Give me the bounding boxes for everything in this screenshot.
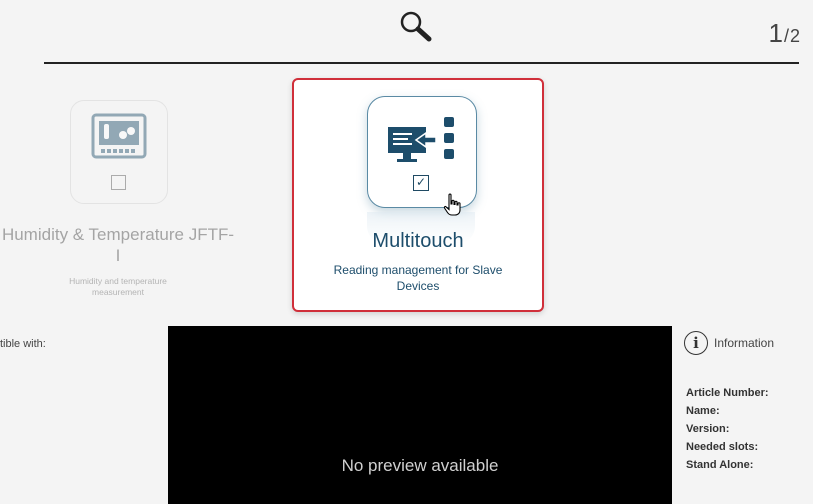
search-icon (400, 11, 432, 42)
preview-text: No preview available (341, 456, 499, 475)
info-header-label: Information (714, 336, 775, 350)
top-bar: 1/2 (0, 0, 813, 64)
module-title: Multitouch (372, 230, 464, 252)
page-total: 2 (789, 26, 801, 46)
info-panel: i Information Article Number: Name: Vers… (684, 330, 809, 504)
preview-panel: No preview available (168, 326, 672, 504)
module-checkbox-checked[interactable]: ✓ (413, 175, 429, 191)
page-indicator: 1/2 (769, 18, 802, 49)
hand-cursor-icon (443, 193, 461, 216)
info-row-article-number: Article Number: (686, 387, 769, 399)
module-title: Humidity & Temperature JFTF-I (1, 225, 235, 265)
page-current: 1 (768, 18, 784, 48)
module-tile (70, 100, 168, 204)
info-row-version: Version: (686, 423, 730, 435)
module-card-multitouch[interactable]: ✓ Multitouch Reading management for Slav… (292, 78, 544, 312)
info-icon: i (684, 331, 708, 355)
module-description: Reading management for Slave Devices (333, 263, 503, 293)
search-button[interactable] (396, 8, 438, 46)
info-row-needed-slots: Needed slots: (686, 441, 759, 453)
info-row-name: Name: (686, 405, 720, 417)
module-card-humidity[interactable]: Humidity & Temperature JFTF-I Humidity a… (0, 100, 236, 320)
header-divider (44, 62, 799, 64)
multitouch-icon (388, 117, 454, 162)
module-picker-page: 1/2 Humidity & Temperature JFTF-I Humidi… (0, 0, 813, 504)
humidity-temperature-icon (91, 113, 147, 159)
module-tile: ✓ (367, 96, 477, 208)
info-header[interactable]: i Information (684, 330, 774, 356)
module-description: Humidity and temperature measurement (69, 276, 167, 297)
info-rows: Article Number: Name: Version: Needed sl… (686, 384, 769, 474)
module-checkbox[interactable] (111, 175, 126, 190)
info-row-stand-alone: Stand Alone: (686, 459, 754, 471)
compatible-with-label: tible with: (0, 338, 46, 350)
